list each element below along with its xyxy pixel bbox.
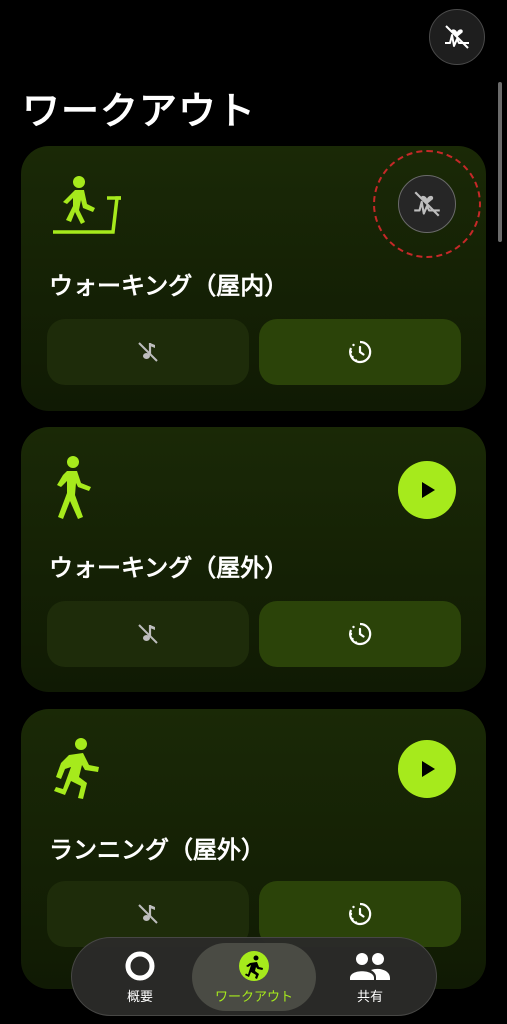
workout-title: ランニング（屋外） xyxy=(49,836,265,864)
heart-rate-off-icon xyxy=(414,191,440,217)
timer-tile[interactable] xyxy=(259,601,461,667)
scrollbar[interactable] xyxy=(498,82,502,242)
workout-card-outdoor-walking[interactable]: ウォーキング（屋外） xyxy=(21,427,486,692)
nav-item-overview[interactable]: 概要 xyxy=(92,938,188,1017)
workout-card-indoor-walking[interactable]: ウォーキング（屋内） xyxy=(21,146,486,411)
people-icon xyxy=(350,953,390,980)
timer-icon xyxy=(349,902,372,926)
music-off-icon xyxy=(138,342,158,362)
start-workout-button[interactable] xyxy=(398,461,456,519)
nav-label: 共有 xyxy=(356,990,383,1005)
nav-item-workout[interactable]: ワークアウト xyxy=(192,938,316,1017)
heart-rate-off-toggle[interactable] xyxy=(429,9,485,65)
nav-label: 概要 xyxy=(126,990,153,1005)
bottom-navigation: 概要 ワークアウト 共有 xyxy=(71,937,437,1016)
workout-title: ウォーキング（屋内） xyxy=(49,272,289,300)
timer-icon xyxy=(349,340,372,364)
page-title: ワークアウト xyxy=(22,89,257,133)
nav-label: ワークアウト xyxy=(214,990,293,1005)
play-icon xyxy=(422,761,435,777)
music-off-icon xyxy=(138,624,158,644)
music-off-icon xyxy=(138,904,158,924)
walking-icon xyxy=(53,455,95,525)
music-toggle-tile[interactable] xyxy=(47,319,249,385)
play-icon xyxy=(422,482,435,498)
treadmill-walking-icon xyxy=(51,174,121,244)
start-workout-button[interactable] xyxy=(398,740,456,798)
workout-runner-icon xyxy=(239,951,269,981)
running-icon xyxy=(51,737,101,807)
heart-rate-off-icon xyxy=(445,25,469,49)
music-toggle-tile[interactable] xyxy=(47,601,249,667)
timer-icon xyxy=(349,622,372,646)
workout-title: ウォーキング（屋外） xyxy=(49,554,289,582)
ring-icon xyxy=(125,951,155,981)
heart-rate-off-button[interactable] xyxy=(398,175,456,233)
nav-item-sharing[interactable]: 共有 xyxy=(322,938,418,1017)
timer-tile[interactable] xyxy=(259,319,461,385)
